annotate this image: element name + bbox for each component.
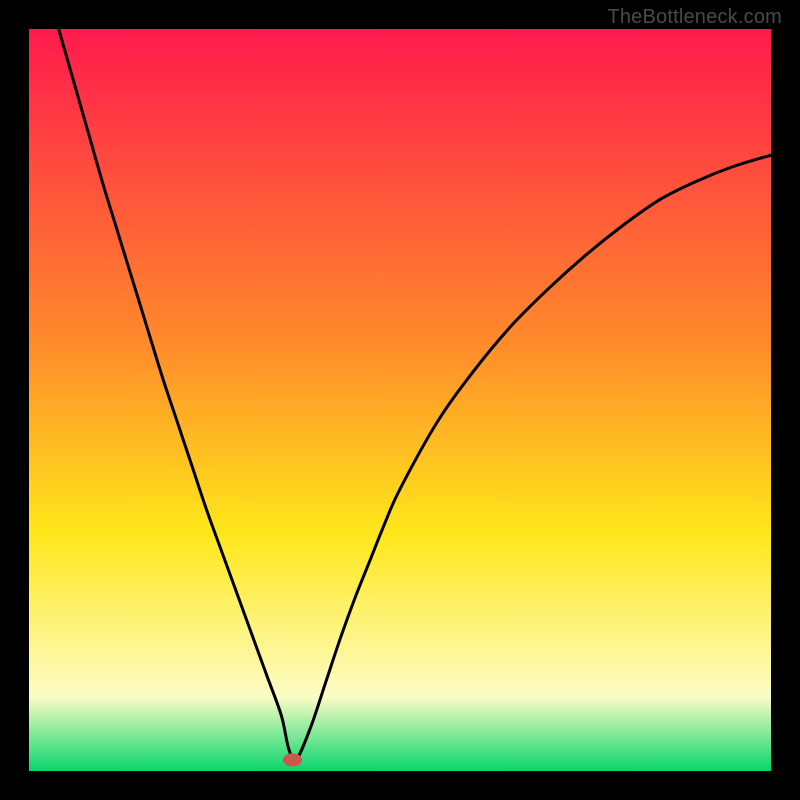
optimal-point-marker bbox=[283, 753, 302, 766]
chart-frame: TheBottleneck.com bbox=[0, 0, 800, 800]
watermark-text: TheBottleneck.com bbox=[607, 6, 782, 29]
gradient-background bbox=[29, 29, 771, 771]
bottleneck-chart bbox=[29, 29, 771, 771]
